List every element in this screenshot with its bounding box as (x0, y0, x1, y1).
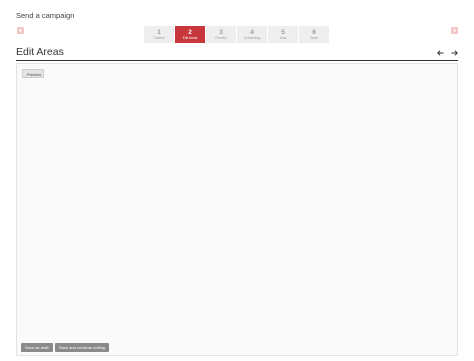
step-lists[interactable]: 5 Lists (268, 26, 298, 43)
step-preview[interactable]: 3 Preview (206, 26, 236, 43)
step-number: 2 (188, 28, 192, 36)
step-content[interactable]: 1 Content (144, 26, 174, 43)
step-number: 1 (157, 28, 161, 36)
step-number: 5 (281, 28, 285, 36)
page-title: Send a campaign (16, 11, 75, 20)
save-draft-button[interactable]: Save as draft (21, 343, 53, 352)
arrow-right-icon (453, 28, 457, 33)
preview-button[interactable]: Preview (22, 69, 44, 78)
step-number: 3 (219, 28, 223, 36)
step-number: 6 (312, 28, 316, 36)
step-tabs: 1 Content 2 Edit Areas 3 Preview 4 Sched… (144, 26, 329, 43)
step-label: Edit Areas (182, 35, 198, 40)
step-label: Content (153, 35, 165, 40)
previous-step-button[interactable] (17, 27, 24, 34)
section-title: Edit Areas (16, 46, 64, 58)
arrow-right-icon[interactable] (451, 50, 458, 56)
save-continue-button[interactable]: Save and continue editing (55, 343, 110, 352)
step-label: Lists (279, 35, 287, 40)
step-number: 4 (250, 28, 254, 36)
step-label: Send (310, 35, 318, 40)
edit-areas-panel (16, 63, 458, 356)
arrow-left-icon (18, 28, 22, 33)
step-navigation (437, 50, 458, 56)
step-label: Scheduling (244, 35, 260, 40)
step-scheduling[interactable]: 4 Scheduling (237, 26, 267, 43)
arrow-left-icon[interactable] (437, 50, 444, 56)
step-send[interactable]: 6 Send (299, 26, 329, 43)
header-divider (16, 60, 458, 61)
step-label: Preview (215, 35, 227, 40)
next-step-button[interactable] (451, 27, 458, 34)
step-edit-areas[interactable]: 2 Edit Areas (175, 26, 205, 43)
